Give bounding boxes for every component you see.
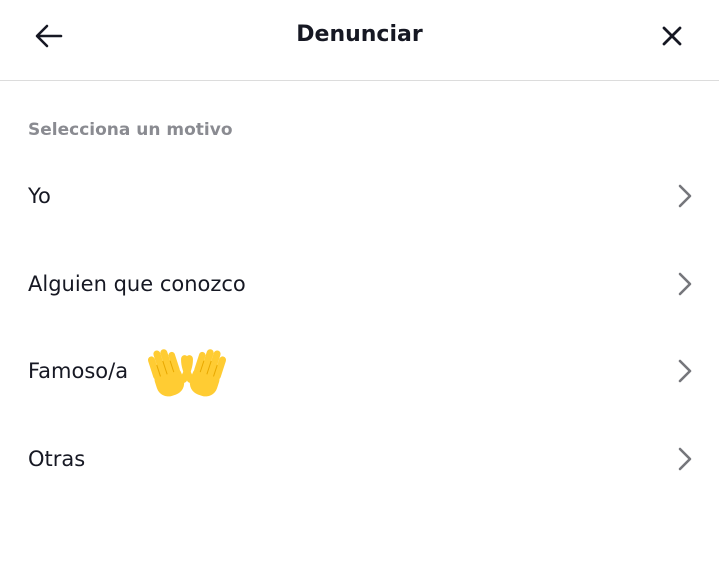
reason-item-someone-i-know[interactable]: Alguien que conozco [0,254,719,314]
report-header: Denunciar [0,0,719,81]
reason-label: Famoso/a [28,359,129,383]
close-button[interactable] [655,20,689,52]
chevron-right-icon [678,184,692,208]
reason-item-famous[interactable]: Famoso/a [0,341,719,401]
page-title: Denunciar [296,22,423,47]
reason-item-yo[interactable]: Yo [0,166,719,226]
reason-label: Alguien que conozco [28,272,246,296]
raised-hands-icon [147,349,227,397]
close-icon [662,26,682,46]
chevron-right-icon [678,359,692,383]
section-label: Selecciona un motivo [28,120,233,140]
chevron-right-icon [678,272,692,296]
chevron-right-icon [678,447,692,471]
reason-item-other[interactable]: Otras [0,429,719,489]
reason-label: Yo [28,184,51,208]
reason-label: Otras [28,447,86,471]
